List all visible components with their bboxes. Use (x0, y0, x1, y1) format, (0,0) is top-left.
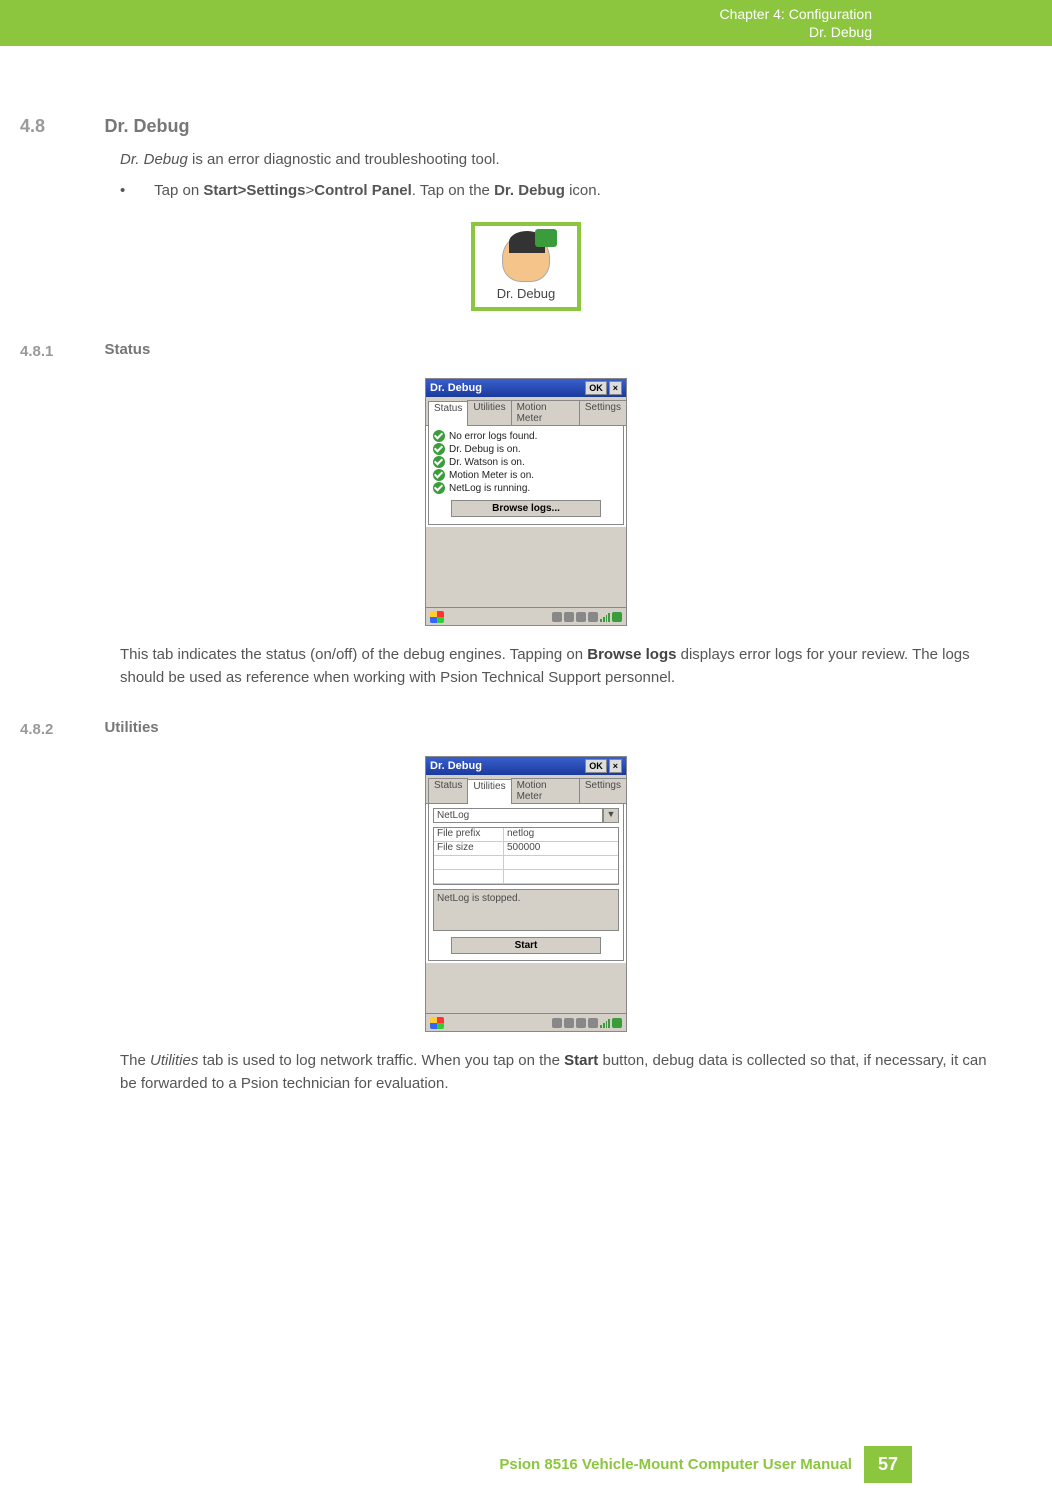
page-content: 4.8 Dr. Debug Dr. Debug is an error diag… (0, 46, 1052, 1095)
taskbar (426, 1013, 626, 1031)
tab-status[interactable]: Status (428, 778, 468, 803)
bullet-dot: • (120, 180, 150, 203)
dr-debug-icon-frame: Dr. Debug (471, 222, 581, 311)
subsection-number: 4.8.1 (20, 341, 100, 360)
system-tray (552, 612, 622, 622)
tabs-row: Status Utilities Motion Meter Settings (426, 397, 626, 426)
section-4-8-1: 4.8.1 Status (20, 341, 1032, 360)
tray-icon[interactable] (552, 1018, 562, 1028)
tab-settings[interactable]: Settings (579, 400, 627, 425)
start-flag-icon[interactable] (430, 1017, 444, 1029)
list-item: Motion Meter is on. (433, 469, 619, 481)
tab-utilities[interactable]: Utilities (467, 779, 511, 804)
tab-utilities[interactable]: Utilities (467, 400, 511, 425)
chapter-line: Chapter 4: Configuration (719, 6, 872, 22)
section-title: Dr. Debug (104, 116, 189, 137)
bullet-row: • Tap on Start>Settings>Control Panel. T… (120, 180, 1032, 203)
tray-icon[interactable] (576, 1018, 586, 1028)
section-number: 4.8 (20, 116, 100, 137)
dr-debug-icon[interactable] (502, 234, 550, 282)
tray-icon[interactable] (552, 612, 562, 622)
bullet-text: Tap on Start>Settings>Control Panel. Tap… (154, 180, 601, 203)
status-list: No error logs found. Dr. Debug is on. Dr… (433, 430, 619, 494)
ok-button[interactable]: OK (585, 381, 607, 395)
blank-area (426, 963, 626, 1013)
header-bar: Chapter 4: Configuration Dr. Debug (0, 0, 1052, 46)
ok-button[interactable]: OK (585, 759, 607, 773)
table-row (434, 856, 618, 870)
utilities-window: Dr. Debug OK × Status Utilities Motion M… (425, 756, 627, 1032)
list-item: Dr. Watson is on. (433, 456, 619, 468)
section-4-8-2: 4.8.2 Utilities (20, 719, 1032, 738)
check-icon (433, 469, 445, 481)
icon-label: Dr. Debug (481, 286, 571, 301)
tab-motion[interactable]: Motion Meter (511, 400, 580, 425)
chevron-down-icon[interactable]: ▼ (603, 808, 619, 823)
tray-icon[interactable] (588, 1018, 598, 1028)
intro-em: Dr. Debug (120, 151, 188, 168)
chapter-sub: Dr. Debug (809, 24, 872, 40)
subsection-title: Status (104, 341, 150, 358)
tab-status[interactable]: Status (428, 401, 468, 426)
table-row (434, 870, 618, 884)
page-footer: Psion 8516 Vehicle-Mount Computer User M… (499, 1446, 1052, 1483)
subsection-number: 4.8.2 (20, 719, 100, 738)
header-text: Chapter 4: Configuration Dr. Debug (719, 5, 872, 41)
signal-icon (600, 612, 610, 622)
tab-motion[interactable]: Motion Meter (511, 778, 580, 803)
blank-area (426, 527, 626, 607)
list-item: Dr. Debug is on. (433, 443, 619, 455)
taskbar (426, 607, 626, 625)
start-flag-icon[interactable] (430, 611, 444, 623)
check-icon (433, 456, 445, 468)
window-titlebar: Dr. Debug OK × (426, 757, 626, 775)
tray-icon[interactable] (564, 612, 574, 622)
tray-icon[interactable] (588, 612, 598, 622)
status-window: Dr. Debug OK × Status Utilities Motion M… (425, 378, 627, 626)
tray-icon[interactable] (564, 1018, 574, 1028)
subsection-title: Utilities (104, 719, 158, 736)
battery-icon (612, 1018, 622, 1028)
window-titlebar: Dr. Debug OK × (426, 379, 626, 397)
start-button[interactable]: Start (451, 937, 601, 954)
utility-dropdown[interactable]: NetLog ▼ (433, 808, 619, 823)
section-4-8: 4.8 Dr. Debug (20, 116, 1032, 137)
dropdown-value: NetLog (433, 808, 603, 823)
window-title: Dr. Debug (430, 760, 482, 772)
check-icon (433, 443, 445, 455)
table-row: File prefix netlog (434, 828, 618, 842)
tray-icon[interactable] (576, 612, 586, 622)
status-pane: No error logs found. Dr. Debug is on. Dr… (428, 425, 624, 525)
utilities-pane: NetLog ▼ File prefix netlog File size 50… (428, 803, 624, 961)
browse-logs-button[interactable]: Browse logs... (451, 500, 601, 517)
page-number: 57 (864, 1446, 912, 1483)
manual-title: Psion 8516 Vehicle-Mount Computer User M… (499, 1456, 852, 1473)
settings-grid: File prefix netlog File size 500000 (433, 827, 619, 885)
close-button[interactable]: × (609, 759, 622, 773)
tab-settings[interactable]: Settings (579, 778, 627, 803)
status-description: This tab indicates the status (on/off) o… (120, 644, 992, 689)
window-title: Dr. Debug (430, 382, 482, 394)
status-message: NetLog is stopped. (433, 889, 619, 931)
check-icon (433, 430, 445, 442)
system-tray (552, 1018, 622, 1028)
intro-text: Dr. Debug is an error diagnostic and tro… (120, 149, 992, 172)
list-item: NetLog is running. (433, 482, 619, 494)
utilities-description: The Utilities tab is used to log network… (120, 1050, 992, 1095)
intro-rest: is an error diagnostic and troubleshooti… (188, 151, 500, 168)
signal-icon (600, 1018, 610, 1028)
close-button[interactable]: × (609, 381, 622, 395)
check-icon (433, 482, 445, 494)
table-row: File size 500000 (434, 842, 618, 856)
tabs-row: Status Utilities Motion Meter Settings (426, 775, 626, 804)
battery-icon (612, 612, 622, 622)
list-item: No error logs found. (433, 430, 619, 442)
